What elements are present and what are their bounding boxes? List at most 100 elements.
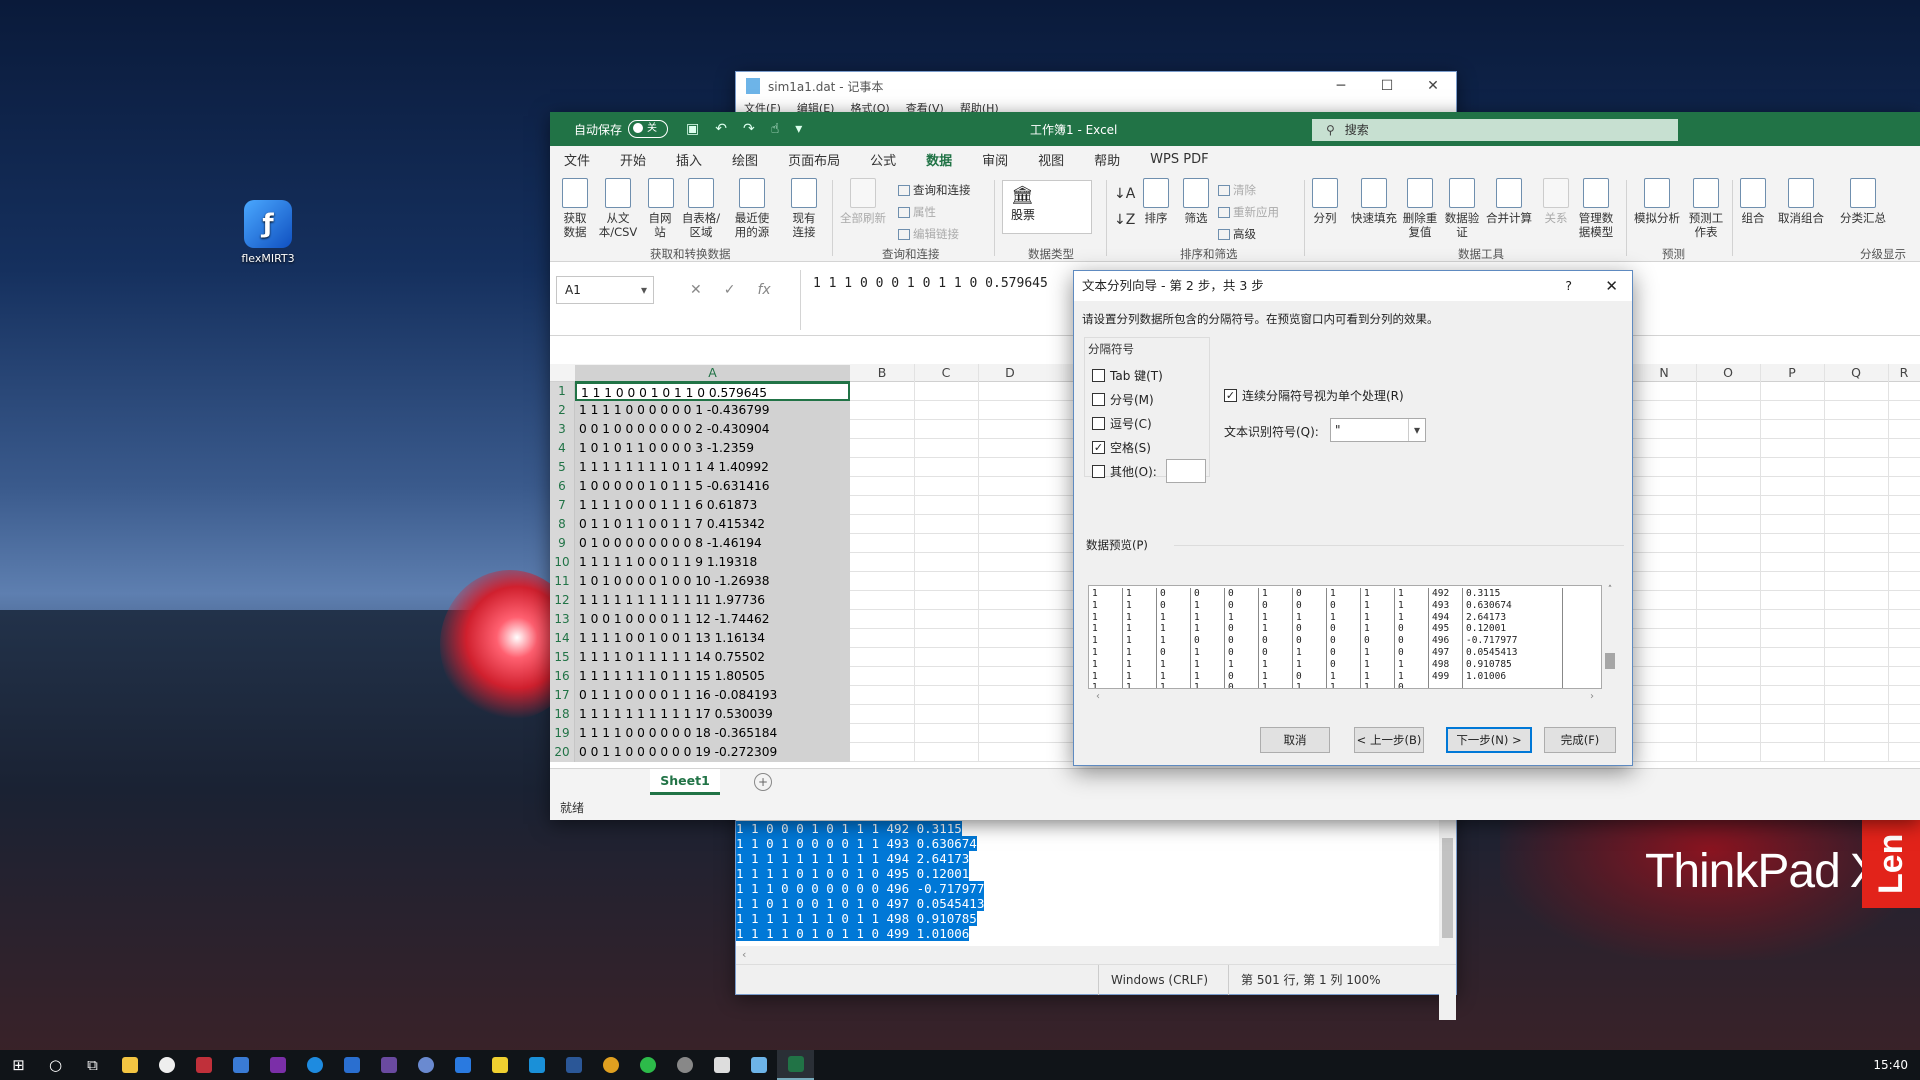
stock-data-type[interactable]: 🏛 股票: [1002, 180, 1092, 234]
cell-a[interactable]: 1 0 0 0 0 0 1 0 1 1 5 -0.631416: [575, 477, 850, 496]
tab-home[interactable]: 开始: [620, 150, 646, 169]
cell-a[interactable]: 1 1 1 1 0 1 1 1 1 1 14 0.75502: [575, 648, 850, 667]
consecutive-delimiters-checkbox[interactable]: ✓ 连续分隔符号视为单个处理(R): [1224, 387, 1404, 404]
cancel-icon[interactable]: ✕: [690, 282, 702, 298]
scroll-thumb[interactable]: [1442, 838, 1453, 938]
from-text-button[interactable]: 从文本/CSV: [598, 178, 638, 239]
row-header[interactable]: 13: [550, 610, 575, 629]
enter-icon[interactable]: ✓: [724, 282, 736, 298]
scroll-thumb[interactable]: [1605, 653, 1615, 669]
existing-connections-button[interactable]: 现有连接: [790, 178, 818, 239]
app-icon[interactable]: [148, 1050, 185, 1080]
edge-icon[interactable]: [296, 1050, 333, 1080]
name-box[interactable]: A1: [556, 276, 654, 304]
cell-a[interactable]: 0 1 0 0 0 0 0 0 0 0 8 -1.46194: [575, 534, 850, 553]
row-header[interactable]: 5: [550, 458, 575, 477]
autosave-toggle[interactable]: 关: [628, 120, 669, 138]
start-icon[interactable]: ⊞: [0, 1050, 37, 1080]
recent-sources-button[interactable]: 最近使用的源: [732, 178, 772, 239]
data-preview[interactable]: 1111111111111111110011101110111011110010…: [1088, 585, 1602, 689]
relationships-button[interactable]: 关系: [1542, 178, 1570, 225]
cell-a[interactable]: 0 0 1 1 0 0 0 0 0 0 19 -0.272309: [575, 743, 850, 762]
row-header[interactable]: 8: [550, 515, 575, 534]
dialog-titlebar[interactable]: 文本分列向导 - 第 2 步，共 3 步 ? ✕: [1074, 271, 1632, 301]
finish-button[interactable]: 完成(F): [1544, 727, 1616, 753]
back-button[interactable]: < 上一步(B): [1354, 727, 1424, 753]
advanced-button[interactable]: 高级: [1218, 226, 1256, 242]
help-button[interactable]: ?: [1565, 271, 1572, 301]
cell-a[interactable]: 1 1 1 1 1 1 1 1 0 1 1 4 1.40992: [575, 458, 850, 477]
notepad-titlebar[interactable]: sim1a1.dat - 记事本 ─ ☐ ✕: [736, 72, 1456, 100]
row-header[interactable]: 19: [550, 724, 575, 743]
row-header[interactable]: 15: [550, 648, 575, 667]
subtotal-button[interactable]: 分类汇总: [1838, 178, 1888, 225]
column-header-p[interactable]: P: [1760, 365, 1824, 380]
app-icon[interactable]: [518, 1050, 555, 1080]
app-icon[interactable]: [222, 1050, 259, 1080]
tab-data[interactable]: 数据: [926, 150, 953, 175]
get-data-button[interactable]: 获取数据: [558, 178, 592, 239]
row-header[interactable]: 7: [550, 496, 575, 515]
group-button[interactable]: 组合: [1738, 178, 1768, 225]
app-icon[interactable]: [444, 1050, 481, 1080]
filter-button[interactable]: 筛选: [1182, 178, 1210, 225]
maximize-button[interactable]: ☐: [1364, 72, 1410, 100]
task-view-icon[interactable]: ⧉: [74, 1050, 111, 1080]
cell-a[interactable]: 1 1 1 1 1 1 1 0 1 1 15 1.80505: [575, 667, 850, 686]
column-header-b[interactable]: B: [850, 365, 914, 380]
cell-a[interactable]: 1 0 1 0 0 0 0 1 0 0 10 -1.26938: [575, 572, 850, 591]
notepad-taskbar-icon[interactable]: [740, 1050, 777, 1080]
row-header[interactable]: 4: [550, 439, 575, 458]
preview-vertical-scrollbar[interactable]: ˄: [1602, 585, 1618, 689]
cell-a[interactable]: 0 0 1 0 0 0 0 0 0 0 2 -0.430904: [575, 420, 850, 439]
excel-titlebar[interactable]: 自动保存 关 ▣ ↶ ↷ ☝ ▾ 工作簿1 - Excel ⚲ 搜索: [550, 112, 1920, 146]
word-icon[interactable]: [555, 1050, 592, 1080]
row-header[interactable]: 1: [550, 382, 575, 401]
text-to-columns-button[interactable]: 分列: [1310, 178, 1340, 225]
tab-review[interactable]: 审阅: [982, 150, 1008, 169]
sort-za-icon[interactable]: ↓Z: [1114, 212, 1135, 228]
tab-view[interactable]: 视图: [1038, 150, 1064, 169]
from-table-button[interactable]: 自表格/区域: [680, 178, 722, 239]
cell-a[interactable]: 1 1 1 1 0 0 0 0 0 0 1 -0.436799: [575, 401, 850, 420]
data-validation-button[interactable]: 数据验证: [1444, 178, 1480, 239]
cell-a[interactable]: 1 1 1 1 0 0 1 0 0 1 13 1.16134: [575, 629, 850, 648]
wechat-icon[interactable]: [629, 1050, 666, 1080]
photos-icon[interactable]: [703, 1050, 740, 1080]
cell-a[interactable]: 1 1 1 1 0 0 0 1 1 1 6 0.61873: [575, 496, 850, 515]
tab-file[interactable]: 文件: [564, 150, 590, 169]
cell-a[interactable]: 1 0 0 1 0 0 0 0 1 1 12 -1.74462: [575, 610, 850, 629]
column-header-o[interactable]: O: [1696, 365, 1760, 380]
text-qualifier-select[interactable]: ": [1330, 418, 1426, 442]
tab-help[interactable]: 帮助: [1094, 150, 1120, 169]
add-sheet-icon[interactable]: +: [754, 773, 772, 791]
properties-button[interactable]: 属性: [898, 204, 936, 220]
customize-icon[interactable]: ▾: [795, 121, 802, 137]
app-icon[interactable]: [666, 1050, 703, 1080]
tab-page-layout[interactable]: 页面布局: [788, 150, 840, 169]
column-header-r[interactable]: R: [1888, 365, 1920, 380]
file-explorer-icon[interactable]: [111, 1050, 148, 1080]
clear-button[interactable]: 清除: [1218, 182, 1256, 198]
cell-a[interactable]: 0 1 1 0 1 1 0 0 1 1 7 0.415342: [575, 515, 850, 534]
insert-function-icon[interactable]: fx: [757, 282, 770, 298]
excel-taskbar-icon[interactable]: [777, 1050, 814, 1080]
cell-a[interactable]: 1 1 1 1 1 1 1 1 1 1 17 0.530039: [575, 705, 850, 724]
row-header[interactable]: 9: [550, 534, 575, 553]
scroll-left-icon[interactable]: ‹: [1096, 689, 1100, 705]
tab-formulas[interactable]: 公式: [870, 150, 896, 169]
column-header-a[interactable]: A: [575, 365, 850, 383]
scroll-up-icon[interactable]: ˄: [1608, 585, 1613, 595]
space-checkbox[interactable]: ✓ 空格(S): [1092, 439, 1151, 456]
undo-icon[interactable]: ↶: [715, 121, 727, 137]
tab-wps-pdf[interactable]: WPS PDF: [1150, 152, 1208, 167]
close-button[interactable]: ✕: [1410, 72, 1456, 100]
search-box[interactable]: ⚲ 搜索: [1312, 119, 1678, 141]
reapply-button[interactable]: 重新应用: [1218, 204, 1279, 220]
dialog-close-button[interactable]: ✕: [1605, 271, 1618, 301]
what-if-button[interactable]: 模拟分析: [1632, 178, 1682, 225]
preview-horizontal-scrollbar[interactable]: ‹ ›: [1088, 689, 1602, 705]
desktop-icon-flexmirt[interactable]: ƒ flexMIRT3: [228, 200, 308, 265]
data-model-button[interactable]: 管理数据模型: [1576, 178, 1616, 239]
row-header[interactable]: 16: [550, 667, 575, 686]
